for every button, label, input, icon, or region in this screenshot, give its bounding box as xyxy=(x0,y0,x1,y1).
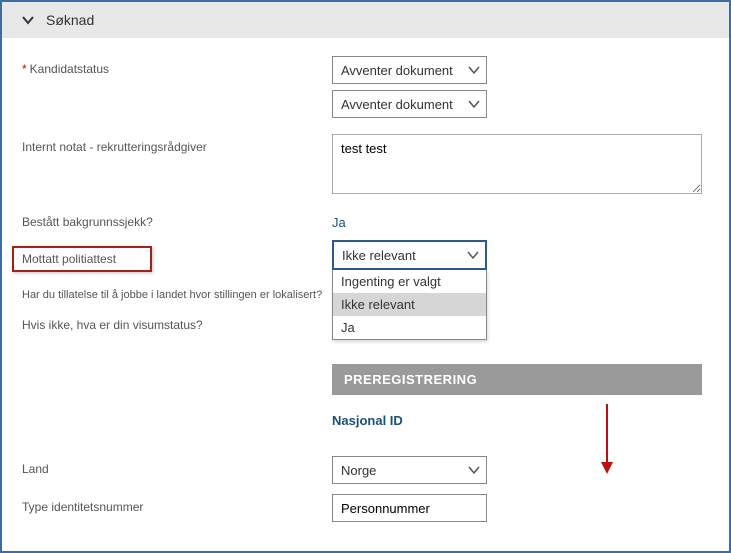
land-select[interactable]: Norge xyxy=(332,456,487,484)
chevron-down-icon xyxy=(468,98,480,110)
type-id-label: Type identitetsnummer xyxy=(22,494,332,514)
row-kandidatstatus: *Kandidatstatus Avventer dokument Avvent… xyxy=(22,56,709,118)
chevron-down-icon xyxy=(468,64,480,76)
kandidatstatus-select-2-value: Avventer dokument xyxy=(341,97,453,112)
visumstatus-label: Hvis ikke, hva er din visumstatus? xyxy=(22,312,332,332)
chevron-down-icon xyxy=(467,249,479,261)
preregistrering-bar: PREREGISTRERING xyxy=(332,364,702,395)
row-bakgrunnssjekk: Bestått bakgrunnssjekk? Ja xyxy=(22,209,709,230)
land-label: Land xyxy=(22,456,332,476)
politiattest-select-value: Ikke relevant xyxy=(342,248,416,263)
chevron-down-icon xyxy=(22,14,34,26)
politiattest-option-ingenting[interactable]: Ingenting er valgt xyxy=(333,270,486,293)
row-preregistrering: PREREGISTRERING Nasjonal ID xyxy=(22,342,709,446)
kandidatstatus-select-1[interactable]: Avventer dokument xyxy=(332,56,487,84)
section-title: Søknad xyxy=(46,12,94,28)
row-internt-notat: Internt notat - rekrutteringsrådgiver xyxy=(22,134,709,199)
bakgrunnssjekk-label: Bestått bakgrunnssjekk? xyxy=(22,209,332,229)
politiattest-option-ikke-relevant[interactable]: Ikke relevant xyxy=(333,293,486,316)
internt-notat-textarea[interactable] xyxy=(332,134,702,194)
nasjonal-id-title: Nasjonal ID xyxy=(332,413,709,428)
land-select-value: Norge xyxy=(341,463,376,478)
required-asterisk: * xyxy=(22,62,27,76)
tillatelse-label: Har du tillatelse til å jobbe i landet h… xyxy=(22,282,332,302)
politiattest-option-ja[interactable]: Ja xyxy=(333,316,486,339)
section-header[interactable]: Søknad xyxy=(2,2,729,38)
type-id-input[interactable] xyxy=(332,494,487,522)
internt-notat-label: Internt notat - rekrutteringsrådgiver xyxy=(22,134,332,154)
row-type-id: Type identitetsnummer xyxy=(22,494,709,522)
politiattest-select[interactable]: Ikke relevant xyxy=(332,240,487,270)
row-land: Land Norge xyxy=(22,456,709,484)
kandidatstatus-label: *Kandidatstatus xyxy=(22,56,332,76)
row-politiattest: Mottatt politiattest Ikke relevant Ingen… xyxy=(22,240,709,272)
politiattest-label-highlighted: Mottatt politiattest xyxy=(12,246,152,272)
politiattest-dropdown-list: Ingenting er valgt Ikke relevant Ja xyxy=(332,270,487,340)
kandidatstatus-select-1-value: Avventer dokument xyxy=(341,63,453,78)
kandidatstatus-select-2[interactable]: Avventer dokument xyxy=(332,90,487,118)
politiattest-label-wrap: Mottatt politiattest xyxy=(22,240,332,272)
form-body: *Kandidatstatus Avventer dokument Avvent… xyxy=(2,38,729,542)
bakgrunnssjekk-value: Ja xyxy=(332,209,709,230)
chevron-down-icon xyxy=(468,464,480,476)
